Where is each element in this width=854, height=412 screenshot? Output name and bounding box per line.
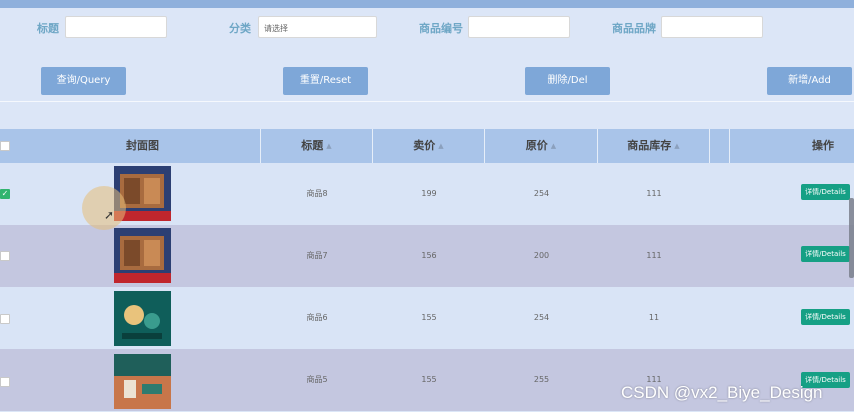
cover-image <box>114 291 171 346</box>
top-bar <box>0 0 854 8</box>
details-button[interactable]: 详情/Details <box>801 184 850 200</box>
title-input[interactable] <box>65 16 167 38</box>
mouse-pointer-icon: ➚ <box>104 208 115 222</box>
table-row[interactable]: 商品7 156 200 111 详情/Details <box>0 225 854 287</box>
row-stock: 111 <box>646 189 662 198</box>
details-button[interactable]: 详情/Details <box>801 246 850 262</box>
code-label: 商品编号 <box>419 22 463 35</box>
table-row[interactable]: ✓ 商品8 199 254 111 详情/Details <box>0 163 854 225</box>
row-checkbox[interactable]: ✓ <box>0 189 10 199</box>
category-label: 分类 <box>229 22 251 35</box>
table-header: 封面图 标题 ▲ 卖价 ▲ 原价 ▲ 商品库存 ▲ 操作 <box>0 129 854 163</box>
sort-icon: ▲ <box>550 142 557 150</box>
add-button[interactable]: 新增/Add <box>767 67 852 95</box>
code-input[interactable] <box>468 16 570 38</box>
header-spacer <box>710 129 730 163</box>
header-ops: 操作 <box>812 139 834 152</box>
row-original-price: 255 <box>533 375 550 384</box>
row-original-price: 200 <box>533 251 550 260</box>
sort-icon: ▲ <box>674 142 680 150</box>
row-title: 商品6 <box>306 313 328 322</box>
header-price[interactable]: 卖价 ▲ <box>373 129 485 163</box>
cover-image <box>114 228 171 283</box>
header-stock[interactable]: 商品库存 ▲ <box>598 129 710 163</box>
row-checkbox[interactable] <box>0 251 10 261</box>
query-button[interactable]: 查询/Query <box>41 67 126 95</box>
row-stock: 11 <box>648 313 660 322</box>
row-title: 商品8 <box>306 189 328 198</box>
row-original-price: 254 <box>533 313 550 322</box>
header-title[interactable]: 标题 ▲ <box>261 129 373 163</box>
title-label: 标题 <box>37 22 59 35</box>
action-bar: 查询/Query 重置/Reset 删除/Del 新增/Add <box>0 67 854 95</box>
row-checkbox[interactable] <box>0 314 10 324</box>
reset-button[interactable]: 重置/Reset <box>283 67 368 95</box>
brand-label: 商品品牌 <box>612 22 656 35</box>
delete-button[interactable]: 删除/Del <box>525 67 610 95</box>
row-price: 199 <box>421 189 437 198</box>
search-bar: 标题 分类 请选择 商品编号 商品品牌 <box>0 16 854 40</box>
divider <box>0 101 854 102</box>
row-stock: 111 <box>646 251 662 260</box>
row-price: 156 <box>421 251 437 260</box>
row-title: 商品7 <box>306 251 328 260</box>
row-original-price: 254 <box>533 189 550 198</box>
header-original-price[interactable]: 原价 ▲ <box>485 129 598 163</box>
cover-image <box>114 354 171 409</box>
vertical-scrollbar[interactable] <box>849 198 854 278</box>
header-cover: 封面图 <box>25 129 261 163</box>
row-checkbox[interactable] <box>0 377 10 387</box>
brand-input[interactable] <box>661 16 763 38</box>
row-price: 155 <box>421 313 437 322</box>
select-all-checkbox[interactable] <box>0 141 10 151</box>
row-price: 155 <box>421 375 437 384</box>
details-button[interactable]: 详情/Details <box>801 309 850 325</box>
watermark: CSDN @vx2_Biye_Design <box>621 383 823 402</box>
table-row[interactable]: 商品6 155 254 11 详情/Details <box>0 287 854 349</box>
category-select[interactable]: 请选择 <box>258 16 377 38</box>
row-title: 商品5 <box>306 375 328 384</box>
sort-icon: ▲ <box>438 142 444 150</box>
sort-icon: ▲ <box>326 142 332 150</box>
